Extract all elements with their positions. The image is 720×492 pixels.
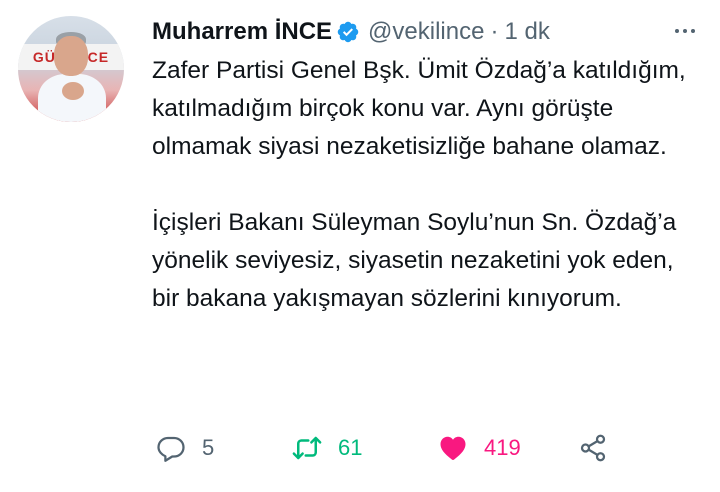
like-button[interactable]: 419 [438,428,521,468]
tweet-paragraph: İçişleri Bakanı Süleyman Soylu’nun Sn. Ö… [152,209,677,312]
avatar-face [54,36,88,76]
tweet-actions: 5 61 419 [152,428,622,468]
more-dot [675,29,679,33]
retweet-button[interactable]: 61 [292,428,362,468]
author-handle[interactable]: @vekilince [368,18,484,46]
separator-dot: · [490,18,499,45]
reply-count: 5 [202,435,215,460]
more-dot [683,29,687,33]
share-icon [580,434,606,462]
heart-icon [440,436,466,460]
tweet-paragraph: Zafer Partisi Genel Bşk. Ümit Özdağ’a ka… [152,57,686,160]
retweet-count: 61 [338,435,363,460]
more-dot [691,29,695,33]
tweet: GÜVENCE Muharrem İNCE @vekilince · 1 dk … [0,0,720,492]
reply-button[interactable]: 5 [156,428,214,468]
retweet-icon [292,436,322,460]
verified-badge-icon [337,21,359,43]
tweet-header: Muharrem İNCE @vekilince · 1 dk [152,14,550,50]
avatar-hands [62,82,84,100]
like-count: 419 [484,435,521,460]
avatar[interactable]: GÜVENCE [18,16,124,122]
reply-icon [157,436,185,462]
tweet-text: Zafer Partisi Genel Bşk. Ümit Özdağ’a ka… [152,52,704,318]
tweet-timestamp[interactable]: 1 dk [504,18,549,46]
share-button[interactable] [578,428,608,468]
author-name[interactable]: Muharrem İNCE [152,18,332,46]
more-options-icon[interactable] [670,18,700,44]
